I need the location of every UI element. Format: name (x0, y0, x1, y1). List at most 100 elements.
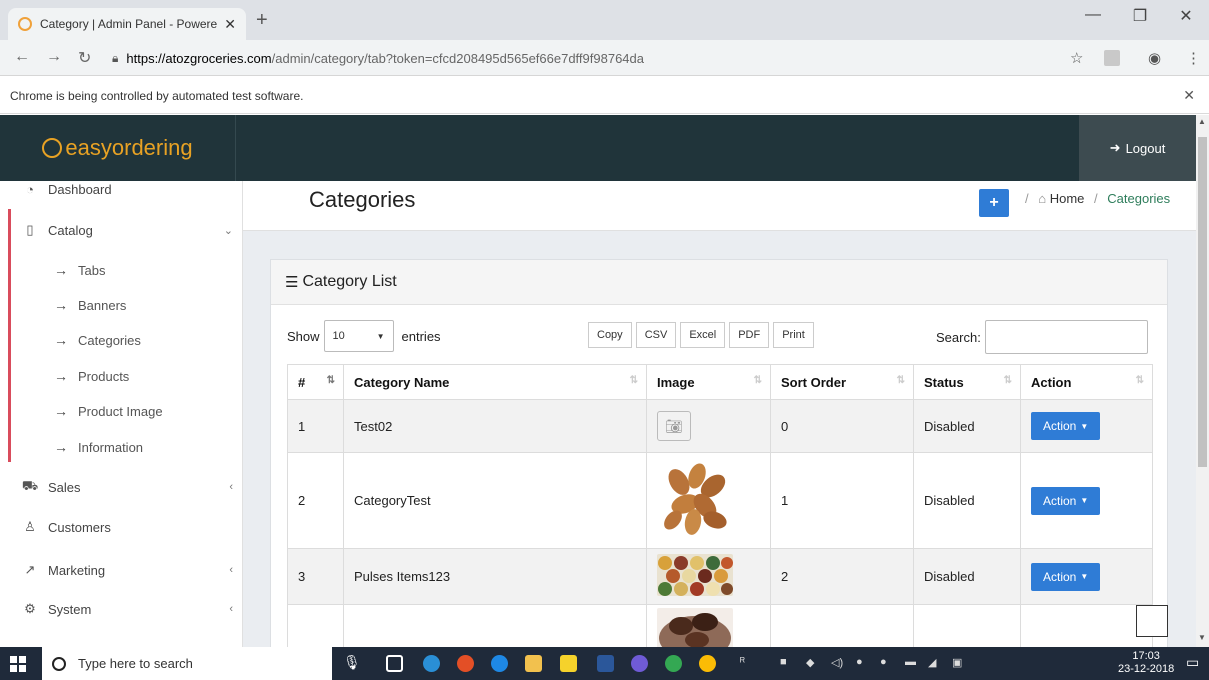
entries-label: entries (401, 328, 441, 344)
tray-app-icon[interactable]: ● (856, 656, 863, 668)
column-header-sort-order[interactable]: Sort Order ⇅ (770, 364, 914, 400)
overlay-square (1136, 605, 1168, 637)
logout-button[interactable]: ➜ Logout (1079, 115, 1196, 181)
taskbar-search-placeholder: Type here to search (78, 656, 193, 671)
tab-close-icon[interactable]: ✕ (224, 16, 236, 33)
action-dropdown-button[interactable]: Action ▼ (1031, 412, 1101, 440)
sidebar-subitem-tabs[interactable]: → Tabs (0, 252, 242, 288)
action-dropdown-button[interactable]: Action ▼ (1031, 486, 1101, 515)
print-button[interactable]: Print (773, 322, 814, 348)
edge-icon[interactable] (491, 655, 508, 672)
sidebar-subitem-label: Categories (78, 332, 141, 348)
shield-icon[interactable]: ◆ (806, 656, 814, 669)
column-header-category-name[interactable]: Category Name ⇅ (343, 364, 647, 400)
breadcrumb-home[interactable]: Home (1050, 191, 1085, 206)
excel-button[interactable]: Excel (680, 322, 726, 348)
lock-icon: 🔒︎ (112, 50, 119, 65)
cell-image (646, 604, 771, 647)
chrome-icon[interactable] (457, 655, 474, 672)
address-bar[interactable]: 🔒︎ https://atozgroceries.com/admin/categ… (112, 45, 1097, 71)
window-close-icon[interactable]: ✕ (1166, 6, 1206, 26)
cell-number: 1 (287, 399, 344, 453)
action-dropdown-button[interactable]: Action ▼ (1031, 562, 1101, 591)
sidebar-item-label: Sales (48, 479, 81, 495)
profile-icon[interactable]: ◉ (1148, 49, 1161, 67)
volume-icon[interactable]: ◁) (831, 656, 843, 669)
app-icon[interactable] (423, 655, 440, 672)
file-explorer-icon[interactable] (525, 655, 542, 672)
maximize-icon[interactable]: ❐ (1120, 6, 1160, 26)
scroll-down-icon[interactable]: ▼ (1198, 633, 1206, 642)
cell-category-name: CategoryTest (343, 452, 647, 549)
sidebar-subitem-products[interactable]: → Products (0, 358, 242, 394)
sidebar-item-catalog[interactable]: ▯ Catalog ⌄ (0, 212, 242, 248)
list-icon: ☰ (285, 274, 299, 291)
sidebar-item-sales[interactable]: ⛟ Sales ‹ (0, 469, 242, 505)
sidebar-item-dashboard[interactable]: ◔ Dashboard (0, 181, 242, 207)
add-category-button[interactable]: + (979, 189, 1009, 217)
bookmark-star-icon[interactable]: ☆ (1070, 49, 1083, 67)
column-header-status[interactable]: Status ⇅ (913, 364, 1021, 400)
infobar-close-icon[interactable]: ✕ (1183, 87, 1195, 104)
copy-button[interactable]: Copy (588, 322, 632, 348)
brand-logo[interactable]: easyordering (0, 115, 236, 181)
cell-sort-order: 0 (770, 399, 914, 453)
microphone-icon[interactable]: 🎙︎ (343, 654, 361, 671)
user-icon: ♙ (24, 519, 36, 534)
entries-select[interactable]: 10 ▼ (323, 320, 394, 352)
cell-image (646, 452, 771, 549)
new-tab-button[interactable]: + (256, 9, 268, 32)
wifi-icon[interactable]: ◢ (928, 656, 936, 669)
taskbar-search[interactable]: Type here to search (42, 647, 332, 680)
chrome-icon[interactable] (665, 655, 682, 672)
column-header-action[interactable]: Action ⇅ (1020, 364, 1153, 400)
gear-icon: ⚙ (24, 601, 36, 616)
sticky-notes-icon[interactable] (560, 655, 577, 672)
column-header-image[interactable]: Image ⇅ (646, 364, 771, 400)
cell-status: Disabled (913, 548, 1021, 605)
browser-tab[interactable]: Category | Admin Panel - Powere ✕ (8, 8, 246, 40)
word-icon[interactable] (597, 655, 614, 672)
csv-button[interactable]: CSV (635, 322, 677, 348)
sidebar-subitem-product-image[interactable]: → Product Image (0, 393, 242, 429)
page-scrollbar[interactable]: ▲ ▼ (1196, 115, 1209, 647)
windows-start-icon[interactable] (10, 656, 26, 672)
people-icon[interactable]: ᴿ (740, 656, 745, 668)
notifications-icon[interactable]: ▭ (1186, 654, 1199, 671)
sidebar-item-customers[interactable]: ♙ Customers (0, 509, 242, 545)
browser-tabstrip: Category | Admin Panel - Powere ✕ + — ❐ … (0, 0, 1209, 40)
logo-text: easyordering (65, 135, 193, 160)
pdf-button[interactable]: PDF (729, 322, 770, 348)
battery-icon[interactable]: ▬ (905, 656, 916, 668)
column-header-number[interactable]: # ⇅ (287, 364, 344, 400)
sidebar-item-marketing[interactable]: ↗ Marketing ‹ (0, 552, 242, 588)
reload-icon[interactable]: ↻ (78, 48, 91, 68)
caret-down-icon: ▼ (1080, 572, 1089, 581)
arrow-right-icon: → (54, 368, 68, 384)
scrollbar-thumb[interactable] (1198, 137, 1207, 467)
share-icon: ↗ (24, 562, 36, 577)
eclipse-icon[interactable] (631, 655, 648, 672)
arrow-right-icon: → (54, 297, 68, 313)
tray-app-icon[interactable]: ▣ (952, 656, 962, 669)
tray-app-icon[interactable]: ■ (780, 656, 787, 668)
sidebar-subitem-information[interactable]: → Information (0, 429, 242, 465)
infobar-text: Chrome is being controlled by automated … (10, 89, 304, 103)
menu-kebab-icon[interactable]: ⋮ (1186, 49, 1201, 67)
sidebar-subitem-banners[interactable]: → Banners (0, 287, 242, 323)
sidebar-item-system[interactable]: ⚙ System ‹ (0, 591, 242, 627)
scroll-up-icon[interactable]: ▲ (1198, 117, 1206, 126)
minimize-icon[interactable]: — (1073, 6, 1113, 24)
taskbar-clock[interactable]: 17:03 23-12-2018 (1118, 650, 1174, 676)
sidebar-subitem-categories[interactable]: → Categories (0, 322, 242, 358)
chevron-left-icon: ‹ (229, 481, 233, 493)
extension-icon[interactable] (1104, 50, 1120, 66)
tray-app-icon[interactable]: ● (880, 656, 887, 668)
url-host: https://atozgroceries.com (126, 50, 272, 66)
chrome-icon[interactable] (699, 655, 716, 672)
back-icon[interactable]: ← (14, 48, 30, 66)
forward-icon[interactable]: → (46, 48, 62, 66)
search-input[interactable] (984, 320, 1148, 354)
sidebar-subitem-label: Banners (78, 297, 127, 313)
task-view-icon[interactable] (386, 655, 403, 672)
